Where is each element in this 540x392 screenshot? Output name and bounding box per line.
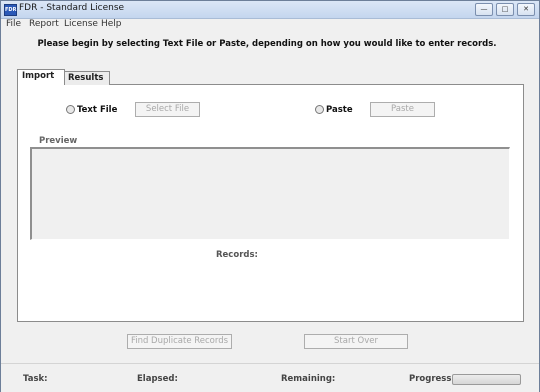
menu-license[interactable]: License [64, 19, 98, 29]
progress-label: Progress: [409, 374, 455, 384]
preview-label: Preview [39, 136, 78, 146]
app-icon: FDR [4, 4, 17, 16]
records-label: Records: [216, 250, 258, 260]
maximize-icon[interactable]: □ [496, 3, 514, 16]
select-file-button[interactable]: Select File [135, 102, 200, 117]
tab-import[interactable]: Import [17, 69, 65, 85]
status-bar: Task: Elapsed: Remaining: Progress: [1, 363, 539, 392]
paste-button[interactable]: Paste [370, 102, 435, 117]
task-label: Task: [23, 374, 48, 384]
title-bar: FDR FDR - Standard License — □ ✕ [1, 1, 539, 19]
progress-bar [452, 374, 521, 385]
app-window: FDR FDR - Standard License — □ ✕ File Re… [0, 0, 540, 392]
elapsed-label: Elapsed: [137, 374, 178, 384]
menu-bar: File Report License Help [1, 19, 539, 30]
tab-results[interactable]: Results [63, 71, 110, 85]
remaining-label: Remaining: [281, 374, 336, 384]
start-over-button[interactable]: Start Over [304, 334, 408, 349]
window-title: FDR - Standard License [19, 3, 125, 13]
minimize-icon[interactable]: — [475, 3, 493, 16]
text-file-label: Text File [77, 105, 118, 115]
paste-label: Paste [326, 105, 353, 115]
instruction-text: Please begin by selecting Text File or P… [37, 39, 497, 49]
find-duplicates-button[interactable]: Find Duplicate Records [127, 334, 232, 349]
menu-file[interactable]: File [6, 19, 21, 29]
menu-report[interactable]: Report [29, 19, 59, 29]
paste-radio[interactable] [315, 105, 324, 114]
preview-area [30, 147, 510, 240]
close-icon[interactable]: ✕ [517, 3, 535, 16]
text-file-radio[interactable] [66, 105, 75, 114]
menu-help[interactable]: Help [101, 19, 122, 29]
